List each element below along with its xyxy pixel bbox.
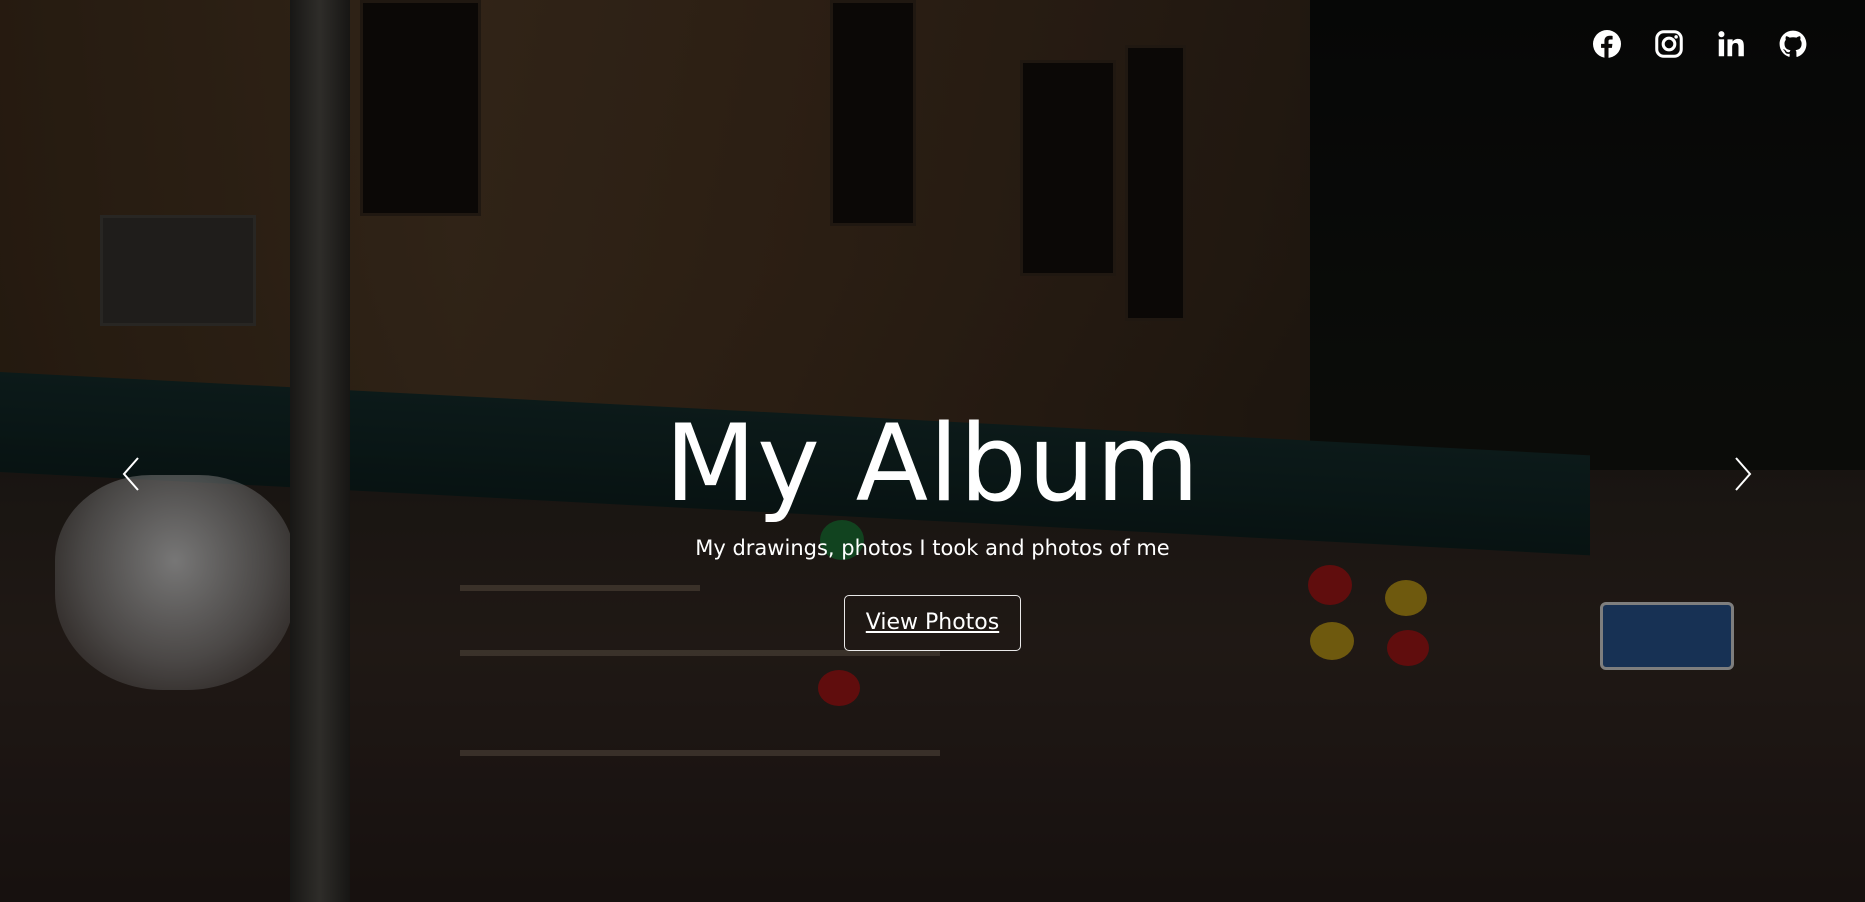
linkedin-icon xyxy=(1718,31,1744,57)
view-photos-button[interactable]: View Photos xyxy=(843,595,1022,651)
facebook-link[interactable] xyxy=(1593,30,1621,58)
facebook-icon xyxy=(1593,30,1621,58)
hero-content: My Album My drawings, photos I took and … xyxy=(0,395,1865,651)
linkedin-link[interactable] xyxy=(1717,30,1745,58)
github-link[interactable] xyxy=(1779,30,1807,58)
instagram-link[interactable] xyxy=(1655,30,1683,58)
social-links xyxy=(1593,30,1807,58)
hero-title: My Album xyxy=(664,402,1201,525)
instagram-icon xyxy=(1655,30,1683,58)
hero-subtitle: My drawings, photos I took and photos of… xyxy=(695,536,1170,560)
hero-carousel: My Album My drawings, photos I took and … xyxy=(0,0,1865,902)
github-icon xyxy=(1779,30,1807,57)
